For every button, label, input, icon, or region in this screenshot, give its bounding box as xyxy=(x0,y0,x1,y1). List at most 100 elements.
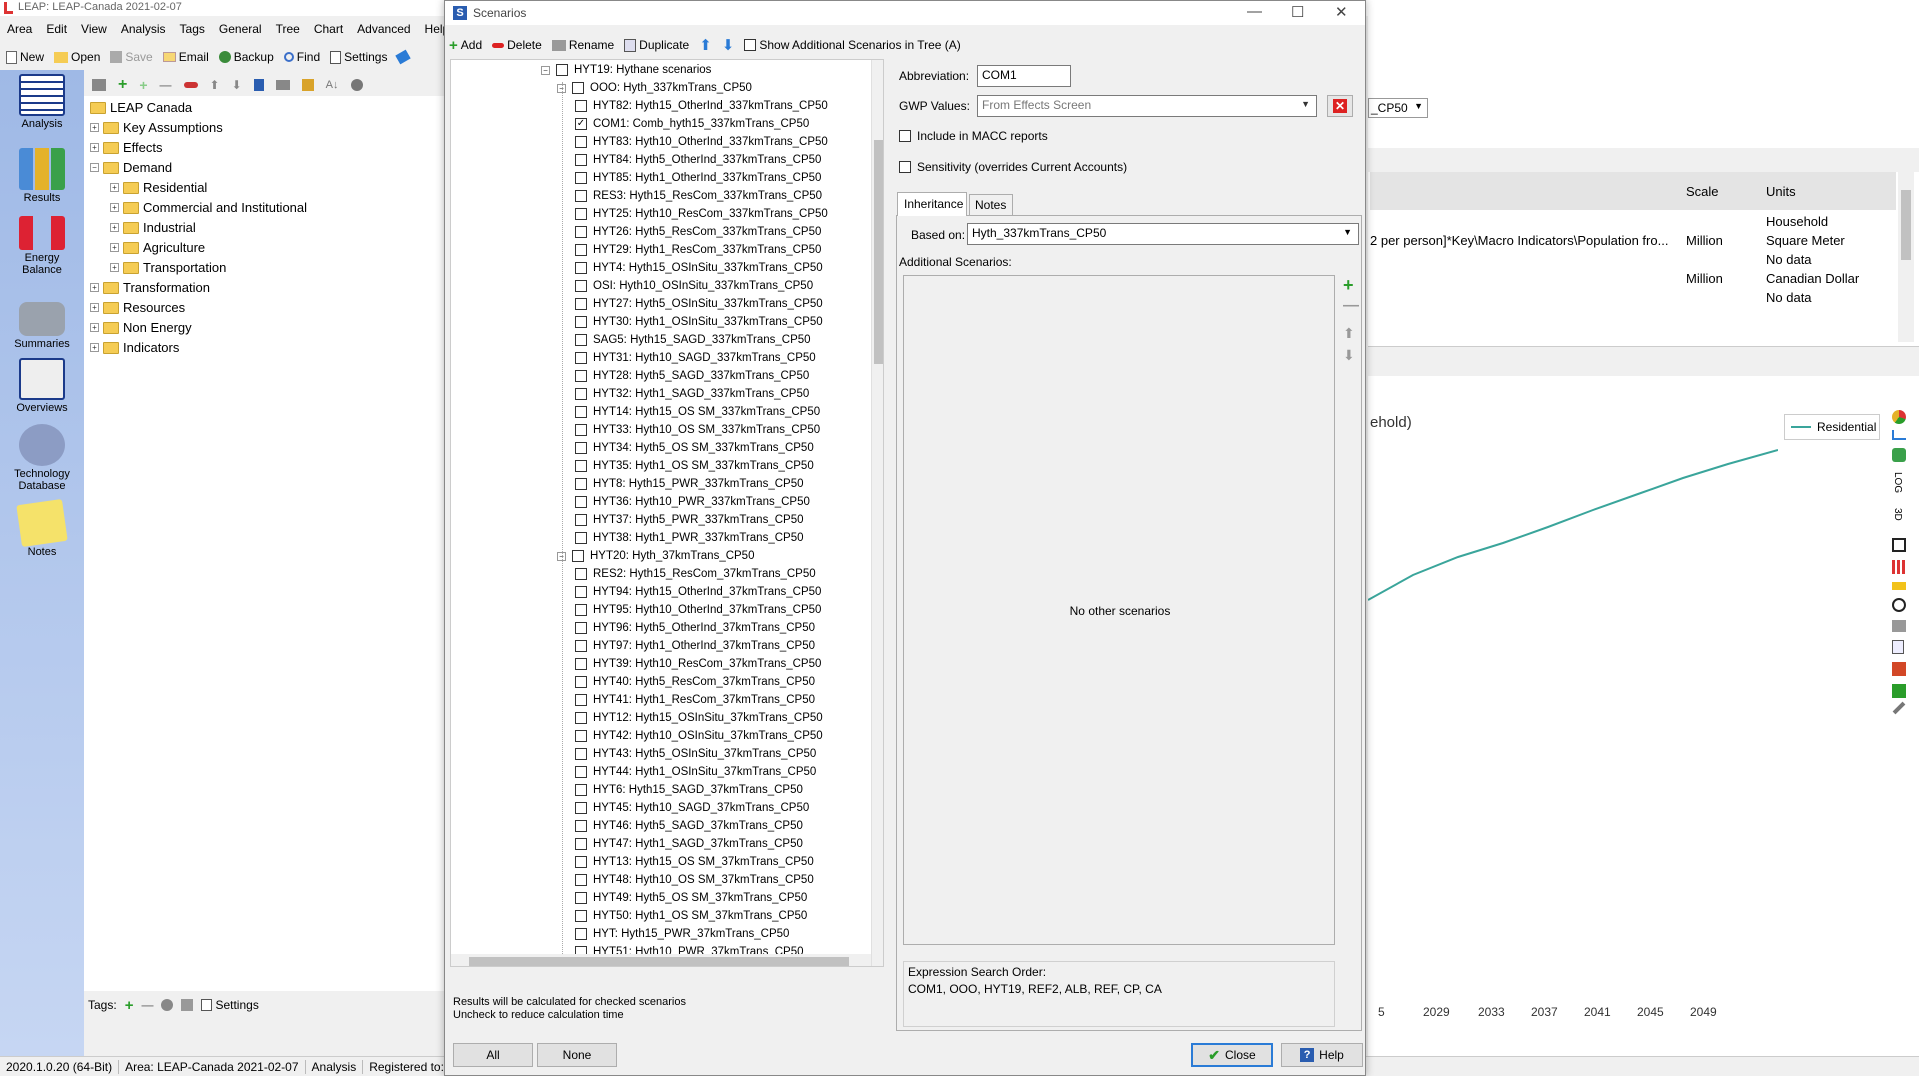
collapse-icon[interactable]: − xyxy=(90,163,99,172)
scenario-checkbox[interactable] xyxy=(575,388,587,400)
scenario-item[interactable]: SAG5: Hyth15_SAGD_337kmTrans_CP50 xyxy=(575,334,811,346)
scenario-checkbox[interactable] xyxy=(575,784,587,796)
tag-edit-icon[interactable] xyxy=(181,999,194,1011)
tree-node-indicators[interactable]: + Indicators xyxy=(90,340,179,355)
move-down-button[interactable]: ⬇ xyxy=(722,36,735,54)
chart-axis-icon[interactable] xyxy=(1892,430,1906,440)
view-notes[interactable]: Notes xyxy=(0,499,84,558)
scenario-checkbox[interactable] xyxy=(575,352,587,364)
scenario-checkbox[interactable] xyxy=(575,478,587,490)
close-button[interactable]: ✔ Close xyxy=(1191,1043,1273,1067)
scenario-item[interactable]: HYT97: Hyth1_OtherInd_37kmTrans_CP50 xyxy=(575,640,815,652)
checkbox[interactable] xyxy=(899,161,911,173)
expand-icon[interactable]: + xyxy=(110,243,119,252)
checkbox[interactable] xyxy=(744,39,757,51)
add-additional-icon[interactable]: + xyxy=(1343,275,1354,296)
scenario-item[interactable]: HYT50: Hyth1_OS SM_37kmTrans_CP50 xyxy=(575,910,807,922)
email-button[interactable]: Email xyxy=(162,50,209,64)
scenario-tree-hscroll[interactable] xyxy=(451,954,871,966)
menu-edit[interactable]: Edit xyxy=(39,20,74,38)
scenario-checkbox[interactable] xyxy=(575,748,587,760)
minimize-icon[interactable]: — xyxy=(1247,3,1262,20)
scenario-checkbox[interactable] xyxy=(575,712,587,724)
wrench-icon[interactable] xyxy=(1892,701,1906,715)
new-button[interactable]: New xyxy=(6,50,44,64)
scenario-checkbox[interactable] xyxy=(572,550,584,562)
scenario-checkbox[interactable] xyxy=(575,406,587,418)
scenario-checkbox[interactable] xyxy=(575,334,587,346)
checkbox[interactable] xyxy=(899,130,911,142)
scenario-item[interactable]: HYT44: Hyth1_OSInSitu_37kmTrans_CP50 xyxy=(575,766,816,778)
scenario-checkbox[interactable] xyxy=(575,226,587,238)
gwp-values-select[interactable]: From Effects Screen ▼ xyxy=(977,95,1317,117)
scenario-checkbox[interactable] xyxy=(575,856,587,868)
additional-scenarios-list[interactable]: No other scenarios xyxy=(903,275,1335,945)
tree-folder-icon[interactable] xyxy=(275,80,290,90)
scenario-checkbox[interactable] xyxy=(575,676,587,688)
tab-inheritance[interactable]: Inheritance xyxy=(897,192,967,216)
scenario-item[interactable]: − HYT20: Hyth_37kmTrans_CP50 xyxy=(557,550,754,562)
scenario-item[interactable]: HYT26: Hyth5_ResCom_337kmTrans_CP50 xyxy=(575,226,821,238)
scenario-checkbox[interactable] xyxy=(575,820,587,832)
view-energy-balance[interactable]: Energy Balance xyxy=(0,216,84,276)
tree-node-demand[interactable]: − Demand xyxy=(90,160,172,175)
scenario-checkbox[interactable] xyxy=(575,424,587,436)
expand-icon[interactable]: + xyxy=(110,183,119,192)
scenario-checkbox[interactable] xyxy=(575,874,587,886)
menu-tags[interactable]: Tags xyxy=(173,20,212,38)
scenario-item[interactable]: − OOO: Hyth_337kmTrans_CP50 xyxy=(557,82,752,94)
scenario-checkbox[interactable] xyxy=(575,532,587,544)
scenario-item[interactable]: HYT6: Hyth15_SAGD_37kmTrans_CP50 xyxy=(575,784,803,796)
menu-analysis[interactable]: Analysis xyxy=(114,20,173,38)
tags-settings-button[interactable]: Settings xyxy=(201,998,259,1012)
menu-tree[interactable]: Tree xyxy=(269,20,307,38)
scenario-checkbox[interactable] xyxy=(575,604,587,616)
scenario-item[interactable]: HYT35: Hyth1_OS SM_337kmTrans_CP50 xyxy=(575,460,814,472)
scenario-item[interactable]: HYT8: Hyth15_PWR_337kmTrans_CP50 xyxy=(575,478,804,490)
grid-icon[interactable] xyxy=(1892,560,1906,574)
expand-icon[interactable]: + xyxy=(90,143,99,152)
save-icon[interactable] xyxy=(1892,684,1906,698)
scenario-checkbox[interactable] xyxy=(575,658,587,670)
scenario-checkbox[interactable] xyxy=(575,586,587,598)
tree-format-icon[interactable] xyxy=(92,79,106,91)
scenario-item[interactable]: HYT37: Hyth5_PWR_337kmTrans_CP50 xyxy=(575,514,804,526)
scenario-checkbox[interactable] xyxy=(575,208,587,220)
scenario-checkbox[interactable] xyxy=(575,910,587,922)
tree-node-agriculture[interactable]: + Agriculture xyxy=(110,240,205,255)
abbreviation-input[interactable]: COM1 xyxy=(977,65,1071,87)
tree-node-key-assumptions[interactable]: + Key Assumptions xyxy=(90,120,223,135)
tag-icon[interactable] xyxy=(161,999,174,1011)
tab-notes[interactable]: Notes xyxy=(969,194,1013,216)
scenario-item[interactable]: HYT14: Hyth15_OS SM_337kmTrans_CP50 xyxy=(575,406,820,418)
scenario-item[interactable]: HYT94: Hyth15_OtherInd_37kmTrans_CP50 xyxy=(575,586,821,598)
expand-icon[interactable]: + xyxy=(90,303,99,312)
move-additional-down-icon[interactable]: ⬇ xyxy=(1343,347,1355,364)
share-icon[interactable] xyxy=(1892,598,1906,612)
view-overviews[interactable]: Overviews xyxy=(0,358,84,414)
check-all-button[interactable]: All xyxy=(453,1043,533,1067)
tree-node-resources[interactable]: + Resources xyxy=(90,300,185,315)
scenario-item[interactable]: ✓ COM1: Comb_hyth15_337kmTrans_CP50 xyxy=(575,118,809,130)
view-summaries[interactable]: Summaries xyxy=(0,302,84,350)
close-icon[interactable]: ✕ xyxy=(1335,3,1348,21)
settings-button[interactable]: Settings xyxy=(330,50,387,64)
scenario-checkbox[interactable] xyxy=(575,568,587,580)
expand-icon[interactable]: + xyxy=(90,283,99,292)
help-button[interactable]: ? Help xyxy=(1281,1043,1363,1067)
tree-sort-icon[interactable]: A↓ xyxy=(326,79,339,91)
scenario-item[interactable]: HYT95: Hyth10_OtherInd_37kmTrans_CP50 xyxy=(575,604,821,616)
scenario-checkbox[interactable] xyxy=(575,100,587,112)
tree-remove-icon[interactable]: — xyxy=(160,78,172,92)
scenario-item[interactable]: HYT34: Hyth5_OS SM_337kmTrans_CP50 xyxy=(575,442,814,454)
tree-add-many-icon[interactable]: + xyxy=(139,77,147,93)
rename-scenario-button[interactable]: Rename xyxy=(551,38,614,52)
tree-tag-icon[interactable] xyxy=(350,79,363,91)
scroll-thumb[interactable] xyxy=(1901,190,1911,260)
scenario-checkbox[interactable] xyxy=(575,172,587,184)
scroll-thumb[interactable] xyxy=(874,140,883,364)
scenario-item[interactable]: HYT25: Hyth10_ResCom_337kmTrans_CP50 xyxy=(575,208,828,220)
expand-icon[interactable]: + xyxy=(110,203,119,212)
view-analysis[interactable]: Analysis xyxy=(0,74,84,130)
scenario-checkbox[interactable] xyxy=(575,622,587,634)
